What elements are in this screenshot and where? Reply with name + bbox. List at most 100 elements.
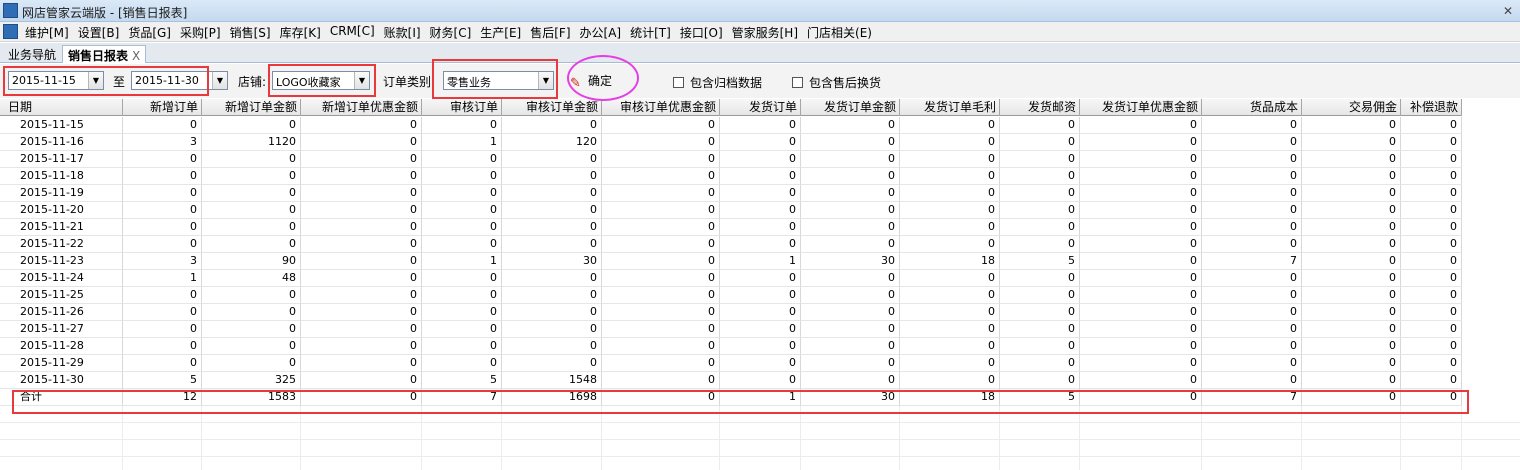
- table-row[interactable]: 2015-11-27 0 0 0 0 0 0 0 0 0 0 0 0 0 0: [0, 321, 1462, 338]
- table-cell: 12: [123, 389, 202, 406]
- order-type-select[interactable]: 零售业务 ▼: [443, 71, 554, 90]
- table-row[interactable]: 2015-11-30 5 325 0 5 1548 0 0 0 0 0 0 0 0 0: [0, 372, 1462, 389]
- table-row[interactable]: 2015-11-26 0 0 0 0 0 0 0 0 0 0 0 0 0 0: [0, 304, 1462, 321]
- table-row[interactable]: 2015-11-17 0 0 0 0 0 0 0 0 0 0 0 0 0 0: [0, 151, 1462, 168]
- menu-item[interactable]: 采购[P]: [179, 24, 222, 41]
- column-header[interactable]: 货品成本: [1202, 99, 1302, 116]
- column-header[interactable]: 新增订单优惠金额: [301, 99, 422, 116]
- menu-item[interactable]: 维护[M]: [24, 24, 70, 41]
- store-select[interactable]: LOGO收藏家 ▼: [272, 71, 370, 90]
- table-cell: 0: [422, 236, 502, 253]
- menu-item[interactable]: 销售[S]: [229, 24, 272, 41]
- total-row[interactable]: 合计 12 1583 0 7 1698 0 1 30 18 5 0 7 0 0: [0, 389, 1462, 406]
- checkbox-box[interactable]: [673, 77, 684, 88]
- menu-item[interactable]: 统计[T]: [629, 24, 672, 41]
- table-cell: 30: [801, 253, 900, 270]
- column-header[interactable]: 日期: [0, 99, 123, 116]
- table-cell: 0: [123, 168, 202, 185]
- menu-item[interactable]: CRM[C]: [329, 24, 376, 41]
- checkbox-box[interactable]: [792, 77, 803, 88]
- table-cell: 0: [502, 168, 602, 185]
- table-cell: 0: [202, 202, 301, 219]
- table-row[interactable]: 2015-11-15 0 0 0 0 0 0 0 0 0 0 0 0 0 0: [0, 117, 1462, 134]
- menu-item[interactable]: 货品[G]: [127, 24, 172, 41]
- column-header[interactable]: 新增订单: [123, 99, 202, 116]
- table-cell: 0: [422, 151, 502, 168]
- table-cell: 0: [720, 338, 801, 355]
- table-row[interactable]: 2015-11-20 0 0 0 0 0 0 0 0 0 0 0 0 0 0: [0, 202, 1462, 219]
- table-row[interactable]: 2015-11-29 0 0 0 0 0 0 0 0 0 0 0 0 0 0: [0, 355, 1462, 372]
- menu-item[interactable]: 门店相关(E): [806, 24, 873, 41]
- tab-sales-daily-report[interactable]: 销售日报表 X: [62, 45, 147, 63]
- table-row[interactable]: 2015-11-28 0 0 0 0 0 0 0 0 0 0 0 0 0 0: [0, 338, 1462, 355]
- menu-item[interactable]: 财务[C]: [429, 24, 473, 41]
- menu-item[interactable]: 办公[A]: [579, 24, 623, 41]
- table-cell: 0: [1080, 253, 1202, 270]
- table-cell: 0: [602, 304, 720, 321]
- table-row[interactable]: 2015-11-22 0 0 0 0 0 0 0 0 0 0 0 0 0 0: [0, 236, 1462, 253]
- table-row[interactable]: 2015-11-23 3 90 0 1 30 0 1 30 18 5 0 7 0 0: [0, 253, 1462, 270]
- table-row[interactable]: 2015-11-19 0 0 0 0 0 0 0 0 0 0 0 0 0 0: [0, 185, 1462, 202]
- close-icon[interactable]: ✕: [1500, 3, 1516, 19]
- menu-item[interactable]: 库存[K]: [279, 24, 322, 41]
- column-header[interactable]: 发货订单金额: [801, 99, 900, 116]
- menu-item[interactable]: 生产[E]: [479, 24, 522, 41]
- menu-item[interactable]: 售后[F]: [529, 24, 571, 41]
- table-cell: 0: [1202, 338, 1302, 355]
- table-cell: 0: [602, 202, 720, 219]
- column-header[interactable]: 发货订单毛利: [900, 99, 1000, 116]
- include-archive-checkbox[interactable]: 包含归档数据: [673, 74, 762, 91]
- table-cell: 0: [801, 202, 900, 219]
- column-header[interactable]: 审核订单金额: [502, 99, 602, 116]
- column-header[interactable]: 审核订单: [422, 99, 502, 116]
- date-from-picker[interactable]: 2015-11-15 ▼: [8, 71, 104, 90]
- table-cell: 2015-11-27: [0, 321, 123, 338]
- menu-item[interactable]: 管家服务[H]: [731, 24, 799, 41]
- column-header[interactable]: 发货订单优惠金额: [1080, 99, 1202, 116]
- table-cell: 0: [900, 202, 1000, 219]
- table-cell: 0: [301, 117, 422, 134]
- chevron-down-icon[interactable]: ▼: [212, 72, 227, 89]
- table-cell: 2015-11-17: [0, 151, 123, 168]
- column-header[interactable]: 发货订单: [720, 99, 801, 116]
- include-aftersale-checkbox[interactable]: 包含售后换货: [792, 74, 881, 91]
- menu-item[interactable]: 接口[O]: [679, 24, 724, 41]
- table-cell: 0: [602, 372, 720, 389]
- table-cell: 2015-11-22: [0, 236, 123, 253]
- column-header[interactable]: 新增订单金额: [202, 99, 301, 116]
- table-cell: 0: [602, 355, 720, 372]
- table-row[interactable]: 2015-11-18 0 0 0 0 0 0 0 0 0 0 0 0 0 0: [0, 168, 1462, 185]
- table-cell: 0: [502, 287, 602, 304]
- menu-item[interactable]: 账款[I]: [383, 24, 422, 41]
- table-cell: 0: [602, 117, 720, 134]
- column-header[interactable]: 交易佣金: [1302, 99, 1401, 116]
- table-row[interactable]: 2015-11-16 3 1120 0 1 120 0 0 0 0 0 0 0 0 0: [0, 134, 1462, 151]
- table-cell: 0: [502, 202, 602, 219]
- table-row[interactable]: 2015-11-25 0 0 0 0 0 0 0 0 0 0 0 0 0 0: [0, 287, 1462, 304]
- table-cell: 0: [1000, 134, 1080, 151]
- confirm-button[interactable]: ✎ 确定: [570, 72, 612, 91]
- table-cell: 0: [1202, 202, 1302, 219]
- table-cell: 1548: [502, 372, 602, 389]
- table-cell: 0: [1080, 202, 1202, 219]
- table-cell: 0: [1401, 151, 1462, 168]
- date-to-picker[interactable]: 2015-11-30 ▼: [131, 71, 228, 90]
- table-cell: 2015-11-29: [0, 355, 123, 372]
- tab-close-icon[interactable]: X: [132, 49, 140, 63]
- table-cell: 0: [502, 117, 602, 134]
- table-row[interactable]: 2015-11-21 0 0 0 0 0 0 0 0 0 0 0 0 0 0: [0, 219, 1462, 236]
- table-cell: 0: [801, 270, 900, 287]
- column-header[interactable]: 审核订单优惠金额: [602, 99, 720, 116]
- table-cell: 0: [720, 236, 801, 253]
- column-header[interactable]: 补偿退款: [1401, 99, 1462, 116]
- menu-item[interactable]: 设置[B]: [77, 24, 121, 41]
- table-cell: 0: [1080, 270, 1202, 287]
- table-cell: 0: [720, 168, 801, 185]
- table-cell: 0: [900, 304, 1000, 321]
- chevron-down-icon[interactable]: ▼: [88, 72, 103, 89]
- chevron-down-icon[interactable]: ▼: [538, 72, 553, 89]
- chevron-down-icon[interactable]: ▼: [354, 72, 369, 89]
- column-header[interactable]: 发货邮资: [1000, 99, 1080, 116]
- tab-business-nav[interactable]: 业务导航: [3, 45, 61, 63]
- table-row[interactable]: 2015-11-24 1 48 0 0 0 0 0 0 0 0 0 0 0 0: [0, 270, 1462, 287]
